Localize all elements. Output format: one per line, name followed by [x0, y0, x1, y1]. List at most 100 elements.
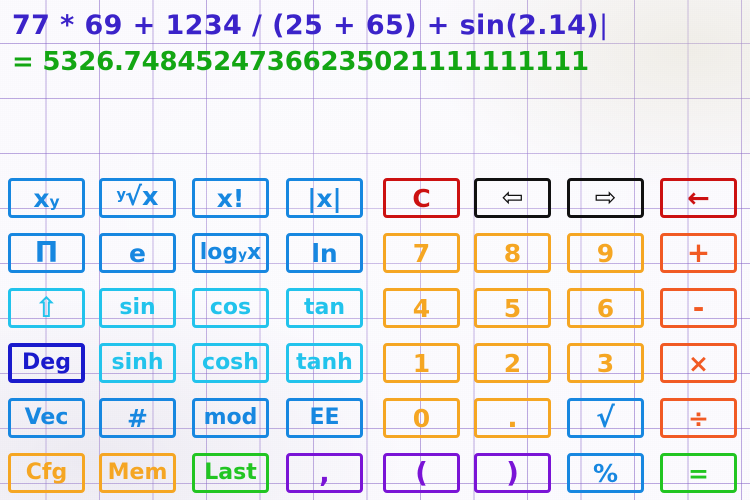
- key-shift[interactable]: ⇧: [8, 288, 85, 328]
- key-label: C: [412, 186, 430, 211]
- key-natural-log[interactable]: ln: [286, 233, 363, 273]
- key-label: 2: [504, 351, 521, 376]
- key-glyph-tail: x: [247, 240, 262, 265]
- key-glyph: ⇨: [594, 183, 617, 213]
- key-glyph: C: [412, 183, 431, 213]
- key-digit-2[interactable]: 2: [474, 343, 551, 383]
- key-label: ⇧: [35, 294, 58, 322]
- key-glyph: 1: [412, 348, 431, 378]
- key-label: tanh: [296, 352, 353, 374]
- key-glyph: x!: [216, 183, 245, 213]
- key-glyph: %: [592, 458, 619, 488]
- key-glyph: 7: [412, 238, 431, 268]
- key-pi[interactable]: Π: [8, 233, 85, 273]
- key-digit-7[interactable]: 7: [383, 233, 460, 273]
- key-absolute[interactable]: |x|: [286, 178, 363, 218]
- key-comma[interactable]: ,: [286, 453, 363, 493]
- key-base-hash[interactable]: #: [99, 398, 176, 438]
- key-label: 6: [597, 296, 614, 321]
- key-label: ): [506, 459, 519, 487]
- key-sinh[interactable]: sinh: [99, 343, 176, 383]
- key-close-paren[interactable]: ): [474, 453, 551, 493]
- key-label: |x|: [307, 186, 341, 211]
- key-label: 8: [504, 241, 521, 266]
- key-label: sinh: [112, 352, 164, 374]
- key-last-answer[interactable]: Last: [192, 453, 269, 493]
- key-label: e: [129, 241, 146, 266]
- key-multiply[interactable]: ×: [660, 343, 737, 383]
- key-digit-1[interactable]: 1: [383, 343, 460, 383]
- key-label: 9: [597, 241, 614, 266]
- key-glyph: x: [33, 183, 50, 213]
- key-power[interactable]: xy: [8, 178, 85, 218]
- key-label: ⇨: [595, 185, 617, 211]
- key-glyph: 5: [503, 293, 522, 323]
- key-glyph: Cfg: [25, 460, 68, 485]
- key-label: Mem: [108, 462, 168, 484]
- key-factorial[interactable]: x!: [192, 178, 269, 218]
- key-glyph: ln: [311, 238, 338, 268]
- key-glyph: ÷: [688, 403, 709, 433]
- key-cosh[interactable]: cosh: [192, 343, 269, 383]
- key-glyph: Π: [34, 236, 59, 269]
- key-percent[interactable]: %: [567, 453, 644, 493]
- key-sin[interactable]: sin: [99, 288, 176, 328]
- key-digit-0[interactable]: 0: [383, 398, 460, 438]
- key-cursor-right[interactable]: ⇨: [567, 178, 644, 218]
- key-config[interactable]: Cfg: [8, 453, 85, 493]
- key-modulo[interactable]: mod: [192, 398, 269, 438]
- key-digit-5[interactable]: 5: [474, 288, 551, 328]
- key-glyph: tanh: [296, 350, 353, 375]
- key-label: 3: [597, 351, 614, 376]
- key-glyph: Deg: [22, 350, 71, 375]
- key-plus[interactable]: +: [660, 233, 737, 273]
- key-log-base-y[interactable]: log y x: [192, 233, 269, 273]
- key-cursor-left[interactable]: ⇦: [474, 178, 551, 218]
- key-glyph: 0: [412, 403, 431, 433]
- key-glyph: cosh: [202, 350, 259, 375]
- key-glyph: √: [596, 401, 615, 434]
- key-label: ←: [687, 185, 710, 212]
- key-memory[interactable]: Mem: [99, 453, 176, 493]
- key-label: Vec: [25, 407, 69, 429]
- key-label: .: [507, 404, 518, 432]
- key-glyph: ×: [688, 348, 709, 378]
- key-digit-8[interactable]: 8: [474, 233, 551, 273]
- key-label: -: [693, 294, 705, 322]
- key-label: log y x: [199, 240, 262, 265]
- key-label: 0: [413, 406, 430, 431]
- key-cos[interactable]: cos: [192, 288, 269, 328]
- key-clear[interactable]: C: [383, 178, 460, 218]
- key-label: +: [687, 239, 710, 267]
- key-glyph: 8: [503, 238, 522, 268]
- key-vector[interactable]: Vec: [8, 398, 85, 438]
- key-glyph: √x: [124, 182, 159, 213]
- key-minus[interactable]: -: [660, 288, 737, 328]
- key-digit-4[interactable]: 4: [383, 288, 460, 328]
- key-angle-mode-deg[interactable]: Deg: [8, 343, 85, 383]
- key-label: %: [593, 461, 618, 486]
- key-label: xy: [33, 183, 60, 213]
- root-index: y: [116, 186, 126, 203]
- key-digit-9[interactable]: 9: [567, 233, 644, 273]
- key-nth-root[interactable]: y √x: [99, 178, 176, 218]
- key-label: Cfg: [26, 462, 67, 484]
- key-exponent-ee[interactable]: EE: [286, 398, 363, 438]
- key-label: mod: [204, 407, 258, 429]
- key-glyph: EE: [309, 405, 340, 430]
- key-glyph: Mem: [107, 460, 168, 485]
- key-tan[interactable]: tan: [286, 288, 363, 328]
- key-open-paren[interactable]: (: [383, 453, 460, 493]
- key-divide[interactable]: ÷: [660, 398, 737, 438]
- key-tanh[interactable]: tanh: [286, 343, 363, 383]
- key-decimal-point[interactable]: .: [474, 398, 551, 438]
- calculator-app: 77 * 69 + 1234 / (25 + 65) + sin(2.14)| …: [0, 0, 750, 500]
- key-equals[interactable]: =: [660, 453, 737, 493]
- key-square-root[interactable]: √: [567, 398, 644, 438]
- key-digit-3[interactable]: 3: [567, 343, 644, 383]
- key-euler[interactable]: e: [99, 233, 176, 273]
- key-glyph: 3: [596, 348, 615, 378]
- key-digit-6[interactable]: 6: [567, 288, 644, 328]
- key-backspace[interactable]: ←: [660, 178, 737, 218]
- key-label: #: [127, 406, 148, 431]
